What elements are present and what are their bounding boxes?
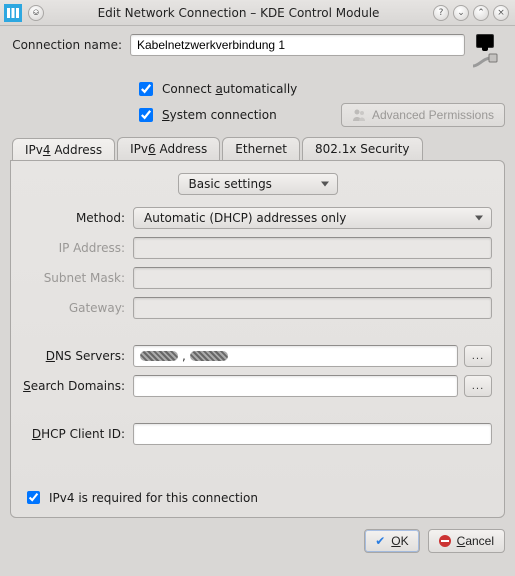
method-value: Automatic (DHCP) addresses only: [144, 211, 346, 225]
subnet-mask-input: [133, 267, 492, 289]
titlebar: ⎉ Edit Network Connection – KDE Control …: [0, 0, 515, 26]
search-domains-more-button[interactable]: ...: [464, 375, 492, 397]
tab-ipv6[interactable]: IPv6 Address: [117, 137, 220, 160]
search-domains-input[interactable]: [133, 375, 458, 397]
settings-mode-value: Basic settings: [189, 177, 272, 191]
connect-automatically-input[interactable]: [139, 82, 153, 96]
tab-8021x[interactable]: 802.1x Security: [302, 137, 423, 160]
window-title: Edit Network Connection – KDE Control Mo…: [46, 6, 431, 20]
connect-automatically-checkbox[interactable]: Connect automatically: [135, 79, 505, 99]
system-connection-checkbox[interactable]: System connection: [135, 105, 277, 125]
ip-address-input: [133, 237, 492, 259]
ipv4-panel: Basic settings Method: Automatic (DHCP) …: [10, 160, 505, 518]
users-icon: [352, 108, 366, 122]
maximize-icon[interactable]: ⌃: [473, 5, 489, 21]
subnet-mask-label: Subnet Mask:: [23, 271, 133, 285]
settings-mode-select[interactable]: Basic settings: [178, 173, 338, 195]
system-connection-label: System connection: [162, 108, 277, 122]
gateway-input: [133, 297, 492, 319]
pin-icon[interactable]: ⎉: [28, 5, 44, 21]
method-select[interactable]: Automatic (DHCP) addresses only: [133, 207, 492, 229]
dns-servers-more-button[interactable]: ...: [464, 345, 492, 367]
dns-servers-input[interactable]: ,: [133, 345, 458, 367]
dns-servers-label: DNS Servers:: [23, 349, 133, 363]
connection-name-input[interactable]: [130, 34, 465, 56]
help-icon[interactable]: ?: [433, 5, 449, 21]
method-label: Method:: [23, 211, 133, 225]
ethernet-cable-icon: [471, 52, 499, 73]
cancel-icon: [439, 535, 451, 547]
ip-address-label: IP Address:: [23, 241, 133, 255]
ok-button[interactable]: ✔ OK: [364, 529, 419, 553]
cancel-label: Cancel: [457, 534, 494, 548]
close-icon[interactable]: ×: [493, 5, 509, 21]
ok-check-icon: ✔: [375, 534, 385, 548]
ipv4-required-label: IPv4 is required for this connection: [49, 491, 258, 505]
tab-ipv4[interactable]: IPv4 Address: [12, 138, 115, 161]
connect-automatically-label: Connect automatically: [162, 82, 297, 96]
ipv4-required-checkbox[interactable]: [27, 491, 40, 504]
dhcp-client-id-input[interactable]: [133, 423, 492, 445]
system-connection-input[interactable]: [139, 108, 153, 122]
ethernet-port-icon: [476, 34, 494, 48]
tab-ethernet[interactable]: Ethernet: [222, 137, 300, 160]
dhcp-client-id-label: DHCP Client ID:: [23, 427, 133, 441]
advanced-permissions-label: Advanced Permissions: [372, 108, 494, 122]
minimize-icon[interactable]: ⌄: [453, 5, 469, 21]
advanced-permissions-button: Advanced Permissions: [341, 103, 505, 127]
gateway-label: Gateway:: [23, 301, 133, 315]
ok-label: OK: [391, 534, 408, 548]
cancel-button[interactable]: Cancel: [428, 529, 505, 553]
tabs: IPv4 Address IPv6 Address Ethernet 802.1…: [10, 137, 505, 160]
dialog-buttons: ✔ OK Cancel: [0, 518, 515, 563]
search-domains-label: Search Domains:: [23, 379, 133, 393]
app-icon: [4, 4, 22, 22]
connection-name-label: Connection name:: [10, 34, 130, 52]
